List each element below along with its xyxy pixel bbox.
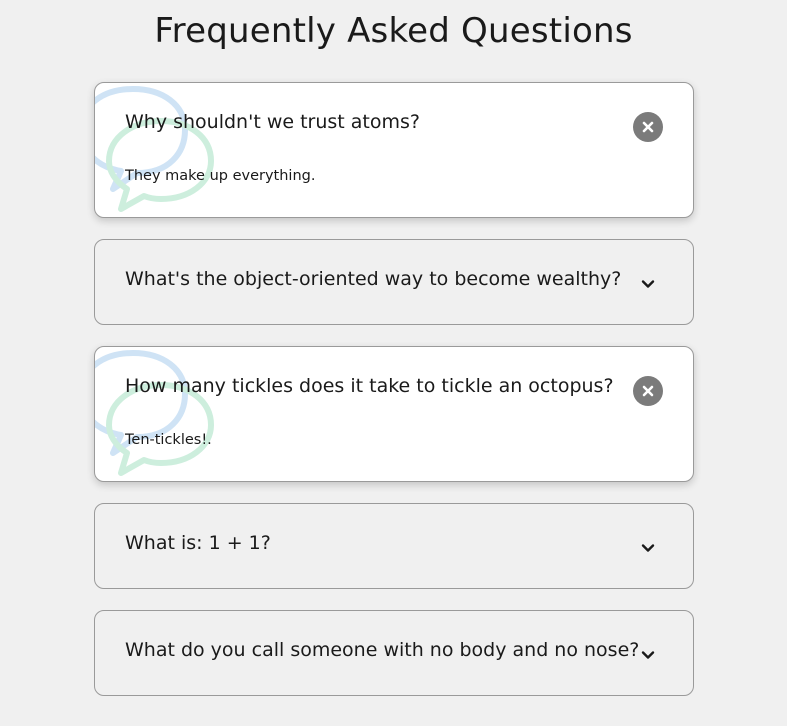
faq-item[interactable]: What is: 1 + 1? [94, 503, 694, 589]
faq-question: What's the object-oriented way to become… [125, 268, 622, 290]
chevron-down-icon [641, 651, 655, 659]
faq-item[interactable]: What do you call someone with no body an… [94, 610, 694, 696]
faq-toggle-button[interactable] [633, 269, 663, 299]
faq-question: What is: 1 + 1? [125, 532, 271, 554]
faq-toggle-button[interactable] [633, 640, 663, 670]
chevron-down-icon [641, 280, 655, 288]
close-icon [642, 121, 654, 133]
faq-toggle-button[interactable] [633, 533, 663, 563]
faq-toggle-button[interactable] [633, 376, 663, 406]
faq-item[interactable]: How many tickles does it take to tickle … [94, 346, 694, 482]
chevron-down-icon [641, 544, 655, 552]
faq-question: What do you call someone with no body an… [125, 639, 640, 661]
chat-bubbles-icon [95, 350, 214, 476]
page-title: Frequently Asked Questions [154, 11, 633, 51]
chat-bubbles-icon [95, 86, 214, 212]
faq-list: Why shouldn't we trust atoms? They make … [94, 82, 694, 717]
close-icon [642, 385, 654, 397]
faq-answer: Ten-tickles!. [125, 432, 212, 448]
faq-answer: They make up everything. [125, 168, 316, 184]
faq-toggle-button[interactable] [633, 112, 663, 142]
faq-question: How many tickles does it take to tickle … [125, 375, 614, 397]
faq-item[interactable]: What's the object-oriented way to become… [94, 239, 694, 325]
faq-item[interactable]: Why shouldn't we trust atoms? They make … [94, 82, 694, 218]
faq-question: Why shouldn't we trust atoms? [125, 111, 420, 133]
